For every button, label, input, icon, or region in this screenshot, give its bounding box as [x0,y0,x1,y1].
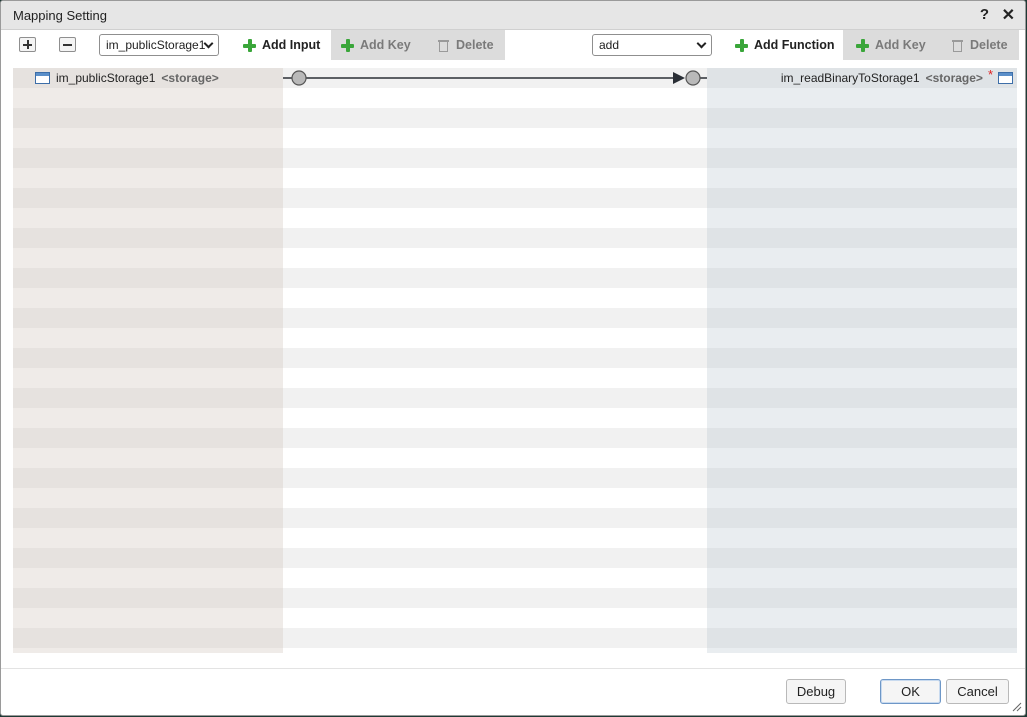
left-add-key-button[interactable]: Add Key [331,30,426,60]
target-node-name: im_readBinaryToStorage1 [780,71,920,85]
minus-icon [63,44,72,46]
target-column [707,68,1017,653]
close-icon[interactable]: ✕ [1002,5,1015,25]
toolbar: im_publicStorage1 Add Input Add Key Dele… [1,30,1025,61]
function-select[interactable]: add [592,34,712,56]
add-input-button[interactable]: Add Input [233,30,331,60]
arrow-head-icon [673,72,685,84]
add-icon [243,38,256,52]
add-icon [735,38,748,52]
footer-divider [1,668,1025,669]
target-node[interactable]: im_readBinaryToStorage1 <storage> * [780,68,993,86]
target-node-type: <storage> [925,71,983,85]
right-add-key-button[interactable]: Add Key [843,30,939,60]
add-function-button[interactable]: Add Function [725,30,843,60]
mapping-setting-dialog: Mapping Setting ? ✕ im_publicStorage1 Ad… [0,0,1026,716]
source-select[interactable]: im_publicStorage1 [99,34,219,56]
ok-button[interactable]: OK [880,679,941,704]
trash-icon [438,39,449,52]
chevron-down-icon [696,38,707,49]
function-select-value: add [599,38,620,52]
source-anchor-icon [291,70,307,86]
add-function-label: Add Function [754,38,835,52]
source-select-value: im_publicStorage1 [106,38,206,52]
expand-all-button[interactable] [19,37,36,52]
mapping-area[interactable]: im_publicStorage1 <storage> im_readBinar… [13,68,1017,653]
window-icon [35,72,50,84]
source-node-type: <storage> [161,71,219,85]
left-delete-button[interactable]: Delete [426,30,505,60]
right-add-key-label: Add Key [875,38,926,52]
source-column [13,68,283,653]
title-bar[interactable]: Mapping Setting ? ✕ [1,1,1025,30]
source-node-name: im_publicStorage1 [56,71,156,85]
target-anchor-icon [685,70,701,86]
plus-icon-stroke [27,40,29,49]
right-delete-button[interactable]: Delete [939,30,1019,60]
collapse-all-button[interactable] [59,37,76,52]
mapping-column [283,68,707,653]
source-node[interactable]: im_publicStorage1 <storage> [35,70,219,86]
trash-icon [952,39,963,52]
right-delete-label: Delete [970,38,1008,52]
resize-handle-icon[interactable] [1012,702,1022,712]
add-input-label: Add Input [262,38,321,52]
cancel-button[interactable]: Cancel [946,679,1009,704]
left-delete-label: Delete [456,38,494,52]
required-marker: * [987,68,993,82]
help-icon[interactable]: ? [980,6,989,23]
left-add-key-label: Add Key [360,38,411,52]
add-icon [856,38,869,52]
dialog-title: Mapping Setting [13,8,107,23]
mapping-connector[interactable] [283,68,707,88]
window-icon [998,72,1013,84]
add-icon [341,38,354,52]
debug-button[interactable]: Debug [786,679,846,704]
